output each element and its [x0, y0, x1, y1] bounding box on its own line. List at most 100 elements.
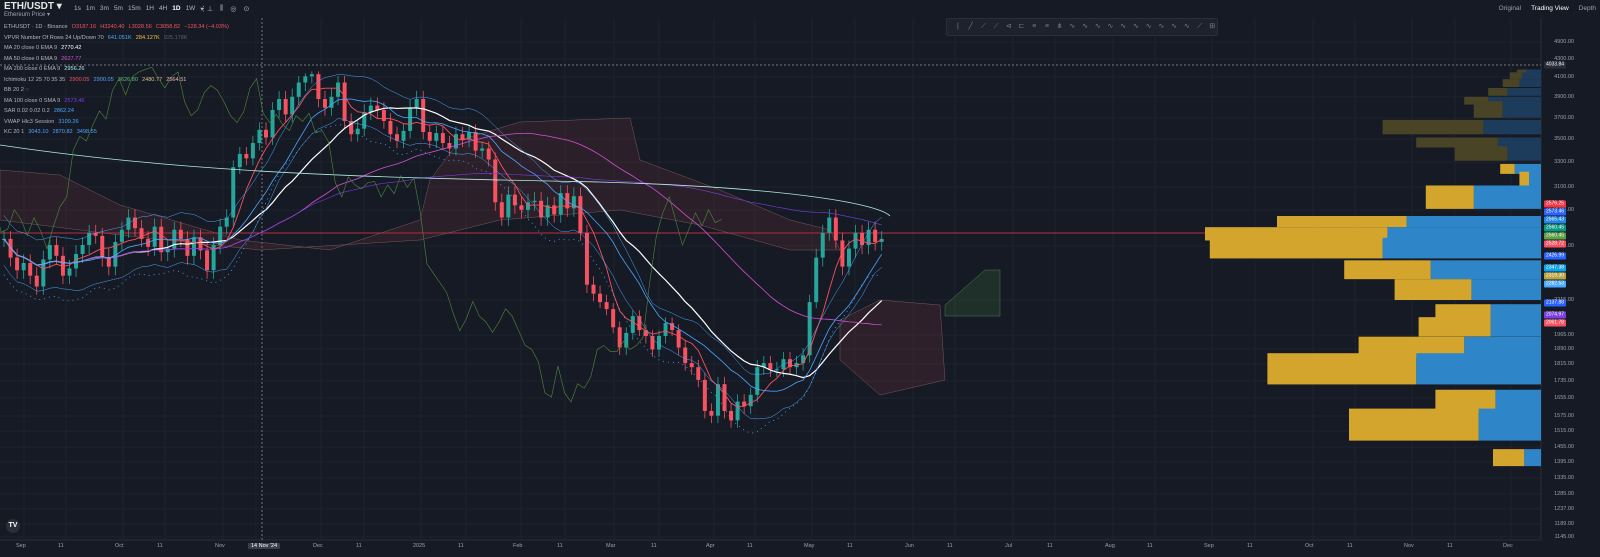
volume-profile-bar-up — [1493, 449, 1525, 467]
candle-body — [414, 99, 419, 108]
volume-profile-bar-down — [1507, 146, 1541, 161]
candle-body — [480, 148, 485, 151]
candle-body — [165, 248, 170, 253]
candle-body — [722, 384, 727, 411]
legend-row[interactable]: BB 20 2 ◌ — [4, 85, 229, 96]
drawing-toolbar: | ╱ ⟋ ⟋ ⊲ ⊏ ≡ ≡ ⋔ ∿ ∿ ∿ ∿ ∿ ∿ ∿ ∿ ∿ ∿ ⟋ ⊞ — [946, 18, 1218, 36]
time-tick: 11 — [157, 543, 163, 549]
candle-body — [781, 359, 786, 370]
price-label: 2061.78 — [1544, 319, 1566, 327]
drawing-tool-icon[interactable]: ⟋ — [991, 23, 1001, 31]
drawing-tool-icon[interactable]: ⋔ — [1055, 23, 1065, 31]
candle-body — [493, 159, 498, 203]
drawing-tool-icon[interactable]: ⟋ — [1195, 23, 1205, 31]
legend-row[interactable]: VWAP Hlc3 Session 3109.26 — [4, 117, 229, 128]
legend-value: L3028.56 — [128, 24, 152, 30]
drawing-tool-icon[interactable]: ∿ — [1067, 23, 1077, 31]
candle-body — [34, 275, 39, 287]
drawing-tool-icon[interactable]: ∿ — [1093, 23, 1103, 31]
legend-value: O3187.16 — [71, 24, 97, 30]
drawing-tool-icon[interactable]: ∿ — [1080, 23, 1090, 31]
legend-label: VWAP Hlc3 Session — [4, 118, 55, 125]
legend-row[interactable]: MA 200 close 0 EMA 9 2956.26 — [4, 64, 229, 75]
candle-body — [408, 107, 413, 131]
candle-body — [434, 133, 439, 141]
drawing-tool-icon[interactable]: ╱ — [966, 23, 976, 31]
legend-row[interactable]: Ichimoku 12 25 70 35 35 2900.05 2900.05 362… — [4, 75, 229, 86]
tradingview-logo[interactable]: TV — [6, 519, 20, 533]
candle-body — [578, 196, 583, 233]
candle-body — [388, 121, 393, 135]
legend-row[interactable]: VPVR Number Of Rows 24 Up/Down 70 641.051… — [4, 33, 229, 44]
drawing-tool-icon[interactable]: ⊞ — [1207, 23, 1217, 31]
timeframe-0[interactable]: 1s — [74, 5, 81, 13]
drawing-tool-icon[interactable]: ∿ — [1169, 23, 1179, 31]
volume-profile-bar-up — [1435, 304, 1491, 319]
candle-body — [28, 263, 33, 276]
volume-profile-bar-up — [1349, 408, 1479, 441]
volume-profile-bar-down — [1430, 260, 1541, 280]
price-tick: 1455.00 — [1554, 444, 1574, 450]
view-tab-0[interactable]: Original — [1499, 5, 1521, 12]
candle-body — [696, 367, 701, 380]
chart-tool-icon[interactable]: ⊙ — [243, 5, 249, 13]
price-tick: 1815.00 — [1554, 361, 1574, 367]
drawing-tool-icon[interactable]: ⟋ — [978, 23, 988, 31]
price-chart[interactable] — [0, 0, 1600, 557]
price-label: 2573.46 — [1544, 208, 1566, 216]
legend-row[interactable]: MA 20 close 0 EMA 9 2770.42 — [4, 43, 229, 54]
drawing-tool-icon[interactable]: ∿ — [1131, 23, 1141, 31]
candle-body — [591, 284, 596, 294]
legend-row[interactable]: SAR 0.02 0.02 0.2 2862.24 — [4, 106, 229, 117]
chart-tool-icon[interactable]: ⫼ — [220, 5, 223, 13]
timeframe-4[interactable]: 15m — [128, 5, 141, 13]
candle-body — [552, 205, 557, 215]
price-tick: 3500.00 — [1554, 136, 1574, 142]
candle-body — [729, 410, 734, 421]
candle-body — [604, 302, 609, 310]
timeframe-2[interactable]: 3m — [100, 5, 109, 13]
legend-value: 2870.82 — [52, 129, 73, 135]
timeframe-6[interactable]: 4H — [159, 5, 167, 13]
legend-row[interactable]: MA 100 close 0 SMA 9 2573.46 — [4, 96, 229, 107]
legend-row[interactable]: MA 50 close 0 EMA 9 2627.77 — [4, 54, 229, 65]
drawing-tool-icon[interactable]: ∿ — [1157, 23, 1167, 31]
time-axis[interactable]: Sep 11 Oct 11 Nov 14 Nov '24 Dec 11 2025 11 Feb 11 M… — [0, 540, 1541, 557]
drawing-tool-icon[interactable]: ⊲ — [1004, 23, 1014, 31]
view-tab-2[interactable]: Depth — [1579, 5, 1596, 12]
drawing-tool-icon[interactable]: ∿ — [1182, 23, 1192, 31]
legend-row[interactable]: KC 20 1 3043.10 2870.82 3498.55 — [4, 127, 229, 138]
timeframe-1[interactable]: 1m — [86, 5, 95, 13]
time-tick: 11 — [1447, 543, 1453, 549]
drawing-tool-icon[interactable]: ∿ — [1106, 23, 1116, 31]
timeframe-5[interactable]: 1H — [146, 5, 154, 13]
timeframe-8[interactable]: 1W — [186, 5, 196, 13]
timeframe-3[interactable]: 5m — [114, 5, 123, 13]
legend-value: 2770.42 — [61, 45, 82, 51]
view-tab-1[interactable]: Trading View — [1531, 5, 1569, 12]
price-label: 2528.72 — [1544, 240, 1566, 248]
drawing-tool-icon[interactable]: | — [953, 23, 963, 31]
time-tick: Dec — [1503, 543, 1513, 549]
chart-tool-icon[interactable]: ◎ — [230, 5, 236, 13]
candle-body — [283, 99, 288, 115]
drawing-tool-icon[interactable]: ⊏ — [1017, 23, 1027, 31]
timeframe-7[interactable]: 1D — [172, 5, 180, 13]
drawing-tool-icon[interactable]: ≡ — [1029, 23, 1039, 31]
legend-value: 2900.05 — [69, 76, 90, 83]
legend-value: 2900.05 — [93, 76, 114, 83]
candle-body — [119, 229, 124, 242]
price-tick: 4100.00 — [1554, 74, 1574, 80]
drawing-tool-icon[interactable]: ≡ — [1042, 23, 1052, 31]
legend-value: 2627.77 — [61, 55, 82, 62]
drawing-tool-icon[interactable]: ∿ — [1118, 23, 1128, 31]
price-tick: 1335.00 — [1554, 475, 1574, 481]
candle-body — [15, 257, 20, 271]
drawing-tool-icon[interactable]: ∿ — [1144, 23, 1154, 31]
symbol-subtitle[interactable]: Ethereum Price ▾ — [4, 11, 50, 18]
legend-value: H3240.40 — [100, 24, 125, 30]
legend-value: 3626.80 — [117, 76, 138, 83]
legend-row[interactable]: ETHUSDT · 1D · Binance O3187.16 H3240.40 L3… — [4, 22, 229, 33]
chart-tool-icon[interactable]: ⋮⊥ — [200, 5, 213, 13]
view-switcher: Original Trading View Depth — [1499, 5, 1596, 12]
